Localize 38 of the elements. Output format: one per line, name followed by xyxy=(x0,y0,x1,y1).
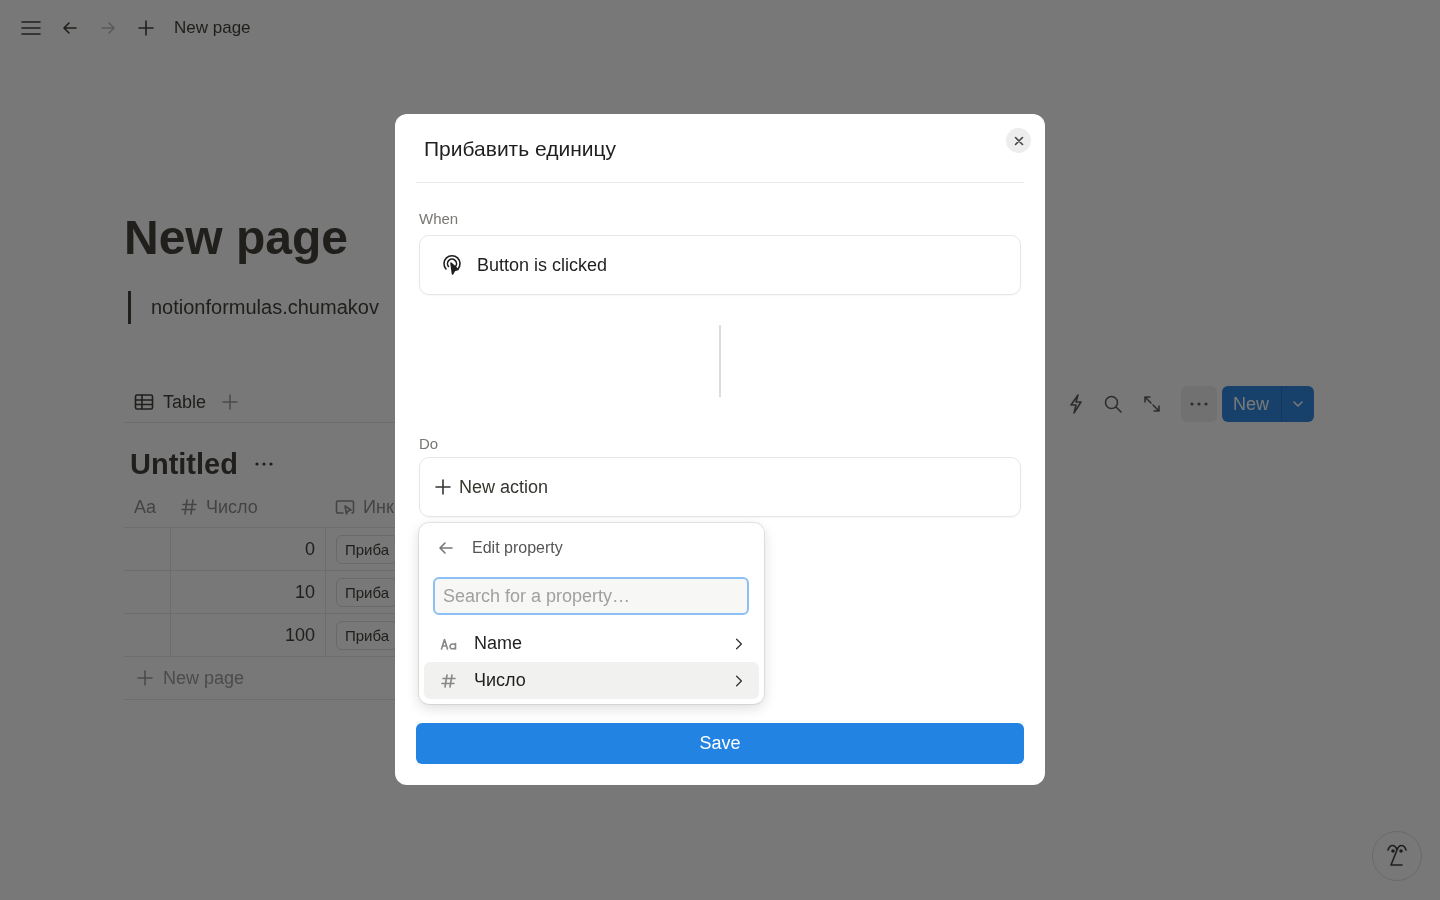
close-icon xyxy=(1013,135,1024,146)
expand-icon[interactable] xyxy=(1142,394,1162,414)
save-button[interactable]: Save xyxy=(416,723,1024,764)
menu-title: Edit property xyxy=(472,539,563,557)
trigger-card[interactable]: Button is clicked xyxy=(419,235,1021,295)
hash-icon xyxy=(180,498,198,516)
table-cell: 0 xyxy=(170,528,325,570)
plus-icon[interactable] xyxy=(136,18,156,38)
quote-text: notionformulas.chumakov xyxy=(151,296,379,319)
dialog-title: Прибавить единицу xyxy=(424,137,617,161)
cursor-box-icon xyxy=(335,499,355,515)
menu-item[interactable]: Name xyxy=(424,625,759,662)
menu-icon[interactable] xyxy=(20,18,42,38)
breadcrumb[interactable]: New page xyxy=(174,18,251,38)
database-title: Untitled xyxy=(130,447,238,481)
help-button[interactable] xyxy=(1372,831,1422,881)
menu-item[interactable]: Число xyxy=(424,662,759,699)
table-cell: 10 xyxy=(170,571,325,613)
plus-icon xyxy=(136,669,154,687)
search-field[interactable]: Search for a property… xyxy=(433,577,749,615)
new-action-button[interactable]: New action xyxy=(419,457,1021,517)
add-view-icon[interactable] xyxy=(220,392,241,412)
close-button[interactable] xyxy=(1006,128,1031,153)
hash-icon xyxy=(440,672,458,689)
page-title: New page xyxy=(124,210,350,266)
view-tab[interactable]: Table xyxy=(134,382,207,422)
table-icon xyxy=(134,393,154,411)
lightning-icon[interactable] xyxy=(1068,394,1084,414)
section-label: Do xyxy=(418,435,440,453)
search-icon[interactable] xyxy=(1103,394,1123,414)
table-cell: 100 xyxy=(170,614,325,656)
click-icon xyxy=(440,253,464,277)
more-icon xyxy=(1189,401,1209,407)
more-icon[interactable] xyxy=(253,461,274,467)
more-button[interactable] xyxy=(1181,386,1217,422)
text-type-icon xyxy=(440,637,458,650)
section-label: When xyxy=(418,210,460,228)
plus-icon xyxy=(435,479,451,495)
